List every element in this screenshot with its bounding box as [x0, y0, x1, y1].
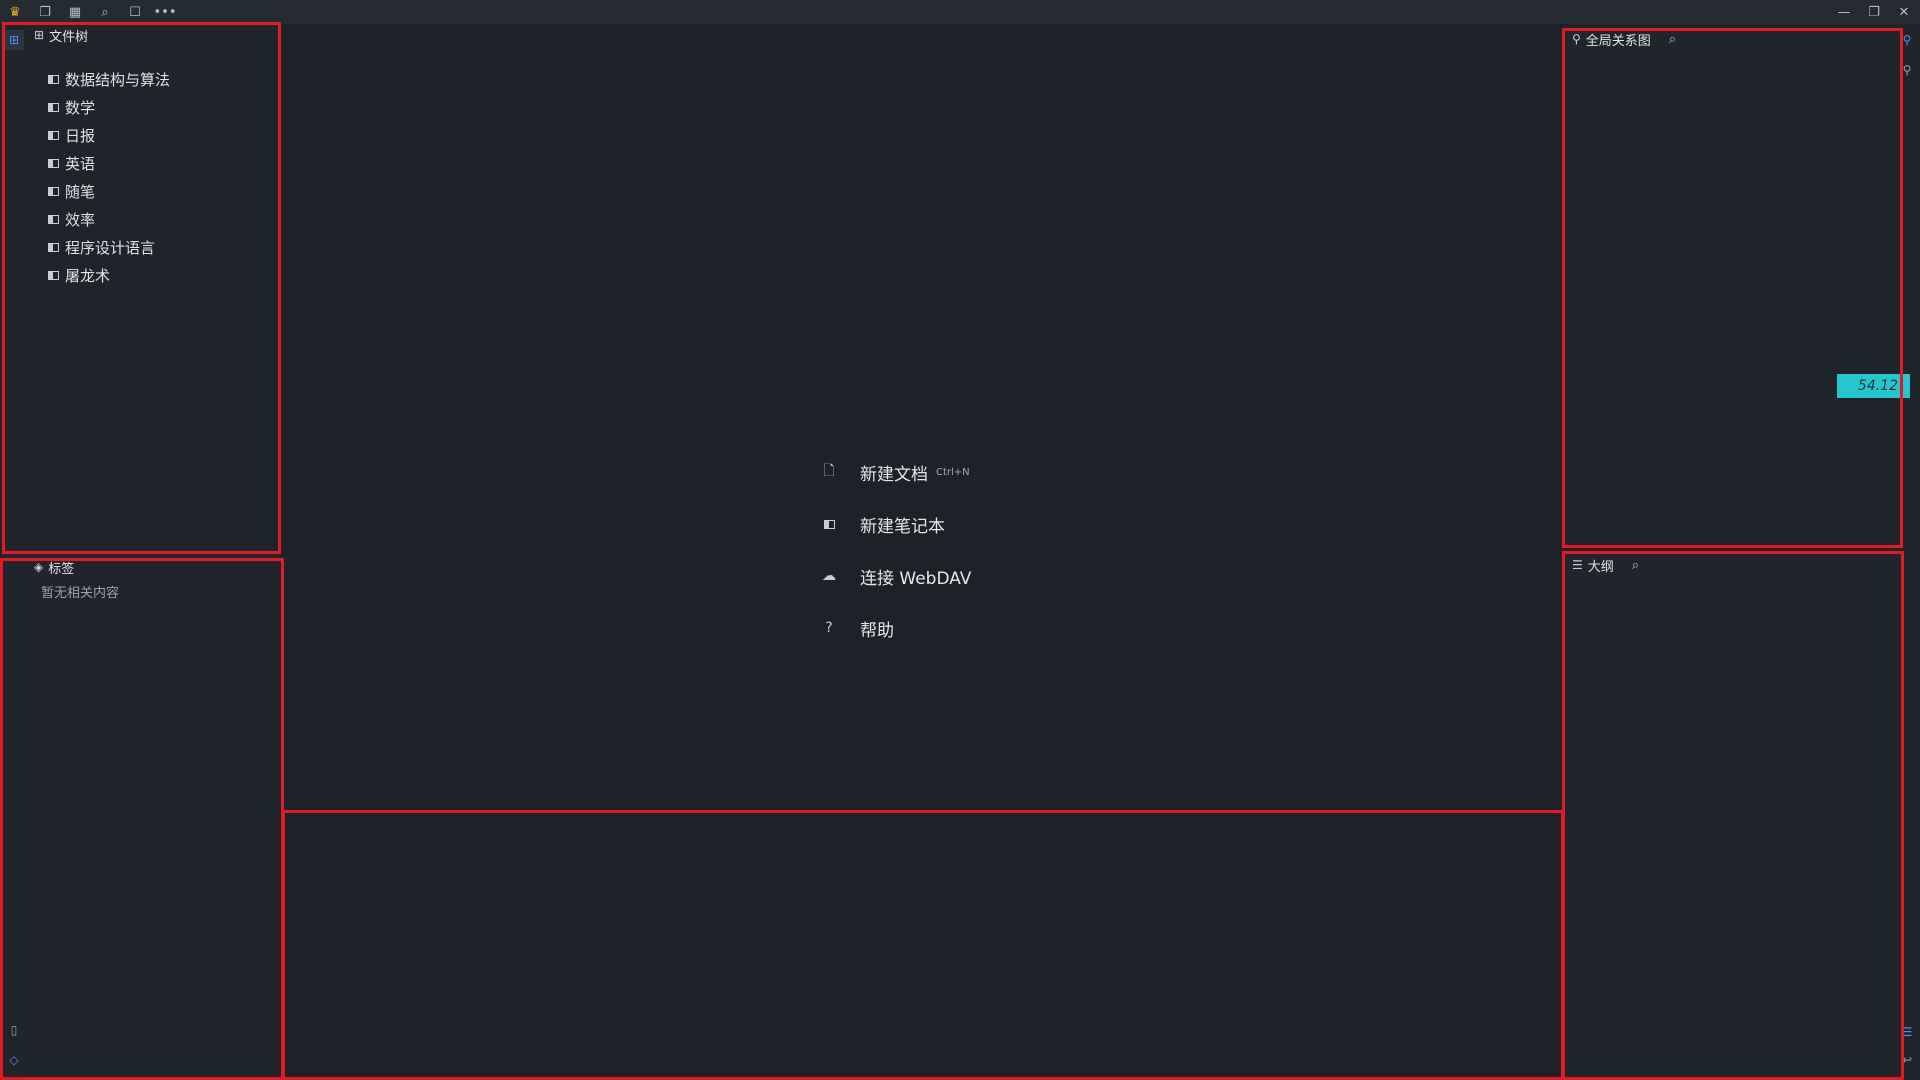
highlight-box-bottom-center — [282, 810, 1564, 1080]
graph-icon: ⚲ — [1572, 32, 1581, 46]
tag-dock-icon[interactable]: ◇ — [4, 1050, 24, 1070]
file-tree-icon: ⊞ — [34, 28, 45, 42]
new-notebook-button[interactable]: 新建笔记本 — [818, 511, 945, 537]
new-document-shortcut: Ctrl+N — [936, 466, 970, 478]
tree-item-5[interactable]: 效率 — [48, 208, 95, 230]
help-button[interactable]: ? 帮助 — [818, 615, 894, 641]
tree-item-3[interactable]: 英语 — [48, 152, 95, 174]
tree-item-0[interactable]: 数据结构与算法 — [48, 68, 170, 90]
tags-panel: ◈ 标签 暂无相关内容 — [28, 556, 282, 1080]
notebook-icon — [48, 74, 59, 84]
backlink-dock-icon[interactable]: ↩ — [1897, 1050, 1917, 1070]
notebook-icon — [48, 102, 59, 112]
file-tree-header: ⊞ 文件树 — [28, 24, 280, 46]
graph-dock-icon[interactable]: ⚲ — [1897, 30, 1917, 50]
graph-search-icon[interactable]: ⌕ — [1669, 32, 1676, 47]
notebook-icon — [48, 186, 59, 196]
notebook-icon — [48, 130, 59, 140]
tree-item-label: 随笔 — [65, 182, 96, 201]
file-tree-panel: ⊞ 文件树 数据结构与算法 数学 日报 英语 随笔 效率 程序设计语言 屠龙术 — [28, 24, 280, 554]
more-icon[interactable]: ••• — [154, 3, 177, 21]
tree-item-label: 屠龙术 — [65, 266, 111, 285]
new-document-button[interactable]: 🗋 新建文档 Ctrl+N — [818, 459, 970, 485]
connect-webdav-button[interactable]: ☁ 连接 WebDAV — [818, 563, 971, 589]
tree-item-label: 日报 — [65, 126, 96, 145]
tree-item-4[interactable]: 随笔 — [48, 180, 95, 202]
close-icon[interactable]: ✕ — [1890, 2, 1918, 22]
outline-title: 大纲 — [1587, 559, 1614, 575]
graph-title: 全局关系图 — [1585, 33, 1651, 49]
new-notebook-label: 新建笔记本 — [860, 516, 945, 537]
tree-item-7[interactable]: 屠龙术 — [48, 264, 110, 286]
tag-icon: ◈ — [34, 560, 44, 574]
graph-panel: ⚲ 全局关系图 ⌕ — [1566, 28, 1894, 546]
restore-icon[interactable]: ❐ — [1860, 2, 1888, 22]
notebook-icon — [48, 270, 59, 280]
calendar-icon[interactable]: ▦ — [66, 3, 84, 21]
file-tree-title: 文件树 — [49, 29, 89, 45]
tags-title: 标签 — [48, 561, 75, 577]
outline-icon: ☰ — [1572, 558, 1583, 572]
crown-icon[interactable]: ♛ — [6, 3, 24, 21]
tree-item-2[interactable]: 日报 — [48, 124, 95, 146]
bookmark-dock-icon[interactable]: ▯ — [4, 1020, 24, 1040]
tree-item-label: 英语 — [65, 154, 96, 173]
file-tree-dock-icon[interactable]: ⊞ — [4, 30, 24, 50]
left-dock: ⊞ ▯ ◇ — [0, 24, 28, 1080]
outline-header: ☰ 大纲 ⌕ — [1566, 554, 1894, 576]
connect-webdav-label: 连接 WebDAV — [860, 568, 972, 589]
outline-dock-icon[interactable]: ☰ — [1897, 1022, 1917, 1042]
search-icon[interactable]: ⌕ — [96, 3, 114, 21]
right-dock: ⚲ ⚲ ☰ ↩ — [1894, 24, 1920, 1080]
help-label: 帮助 — [860, 620, 894, 641]
graph-header: ⚲ 全局关系图 ⌕ — [1566, 28, 1894, 50]
help-icon: ? — [825, 620, 833, 636]
tree-item-1[interactable]: 数学 — [48, 96, 95, 118]
layout-icon[interactable]: ☐ — [126, 3, 144, 21]
new-document-label: 新建文档 — [860, 464, 928, 485]
tags-header: ◈ 标签 — [28, 556, 282, 578]
notebook-icon — [48, 158, 59, 168]
document-icon: 🗋 — [823, 463, 835, 479]
minimize-icon[interactable]: — — [1830, 2, 1858, 22]
notebook-icon — [818, 519, 840, 529]
notebook-icon — [48, 214, 59, 224]
outline-panel: ☰ 大纲 ⌕ — [1566, 554, 1894, 1080]
cloud-icon: ☁ — [822, 568, 836, 584]
tags-empty-text: 暂无相关内容 — [41, 586, 120, 601]
tree-item-label: 效率 — [65, 210, 96, 229]
tree-item-label: 程序设计语言 — [65, 238, 156, 257]
copy-icon[interactable]: ❐ — [36, 3, 54, 21]
outline-search-icon[interactable]: ⌕ — [1632, 558, 1639, 573]
notebook-icon — [48, 242, 59, 252]
tree-item-label: 数据结构与算法 — [65, 70, 171, 89]
top-toolbar: ♛ ❐ ▦ ⌕ ☐ ••• — ❐ ✕ — [0, 0, 1920, 24]
global-graph-dock-icon[interactable]: ⚲ — [1897, 60, 1917, 80]
tree-item-label: 数学 — [65, 98, 96, 117]
tree-item-6[interactable]: 程序设计语言 — [48, 236, 155, 258]
floating-badge: 54.12 — [1837, 374, 1910, 398]
